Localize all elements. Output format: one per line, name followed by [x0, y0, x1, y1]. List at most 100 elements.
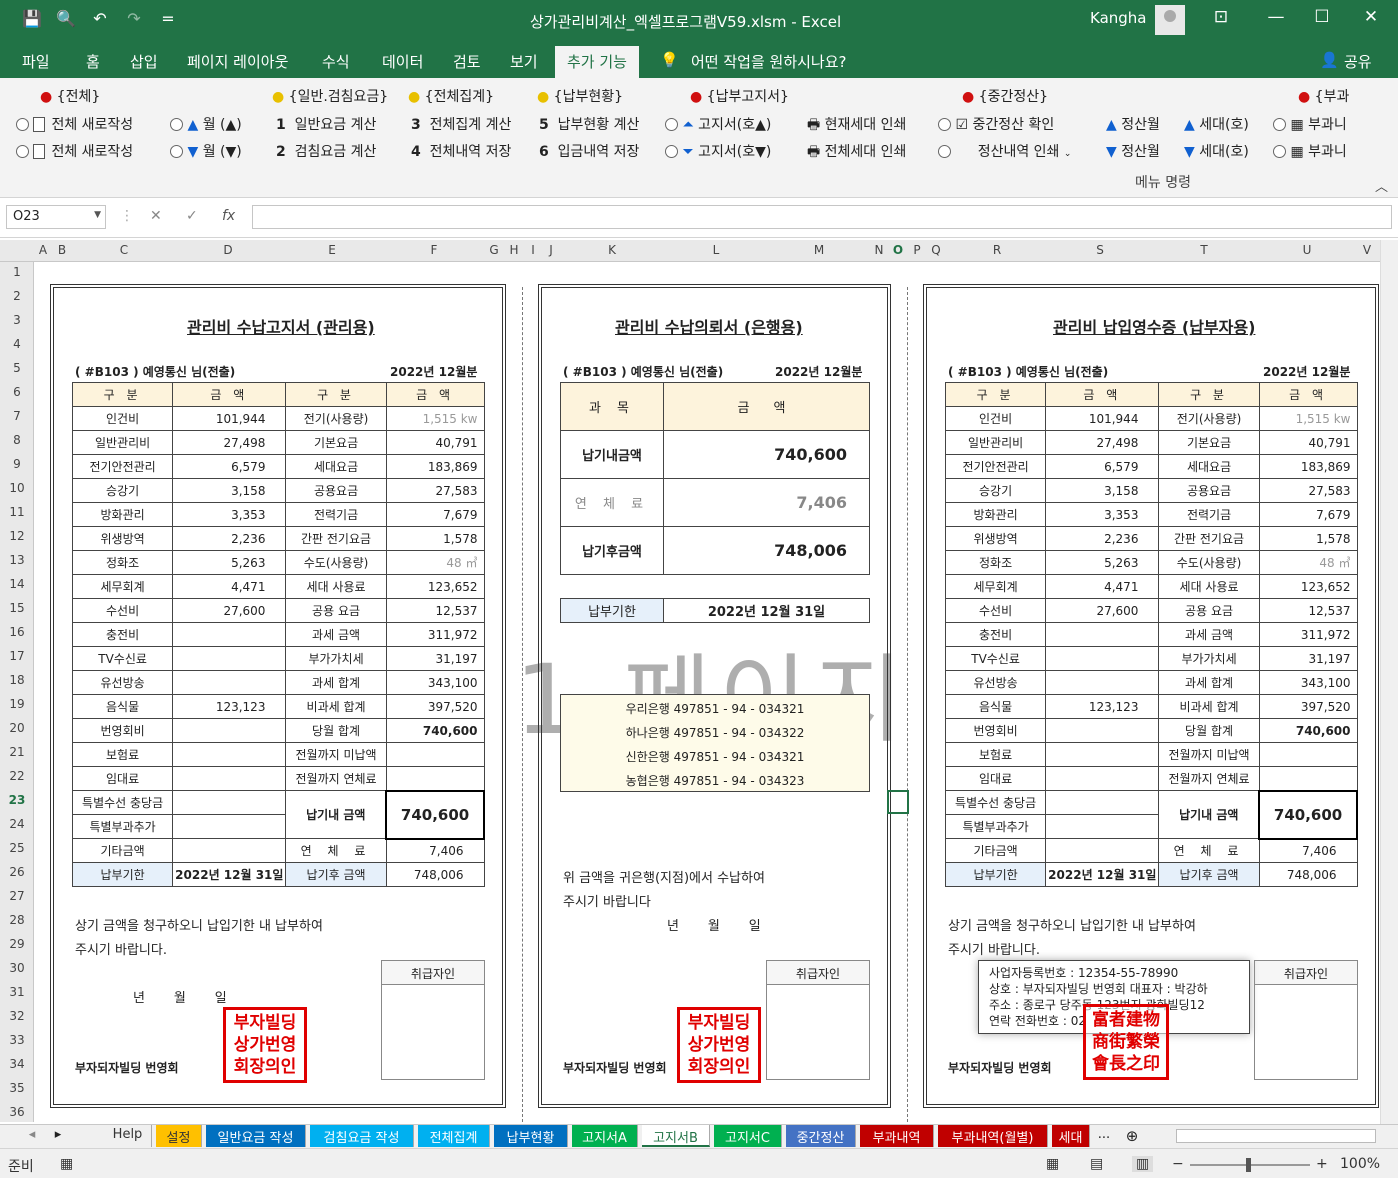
settle-month-down-button[interactable]: ▼ 정산월 — [1106, 141, 1160, 161]
selected-cell[interactable] — [887, 790, 909, 814]
column-header[interactable]: E — [280, 243, 384, 257]
column-header[interactable]: L — [664, 243, 768, 257]
row-header[interactable]: 6 — [0, 385, 34, 399]
print-preview-icon[interactable]: 🔍 — [56, 9, 76, 28]
zoom-slider-thumb[interactable] — [1246, 1158, 1251, 1172]
radio-icon[interactable] — [170, 118, 183, 131]
collapse-ribbon-icon[interactable]: ︿ — [1375, 176, 1388, 195]
macro-record-icon[interactable]: ▦ — [60, 1156, 73, 1172]
new-all-button-2[interactable]: 전체 새로작성 — [16, 141, 133, 161]
payment-calc-button[interactable]: 5 납부현황 계산 — [539, 114, 639, 134]
sheet-tab[interactable]: 부과내역 — [860, 1125, 934, 1147]
tab-view[interactable]: 보기 — [510, 51, 538, 72]
row-header[interactable]: 27 — [0, 889, 34, 903]
row-header[interactable]: 31 — [0, 985, 34, 999]
vertical-scrollbar[interactable] — [1380, 240, 1398, 1124]
row-header[interactable]: 24 — [0, 817, 34, 831]
row-header[interactable]: 4 — [0, 337, 34, 351]
row-header[interactable]: 18 — [0, 673, 34, 687]
tab-home[interactable]: 홈 — [86, 51, 100, 72]
tab-file[interactable]: 파일 — [22, 51, 50, 72]
normal-view-icon[interactable]: ▦ — [1046, 1156, 1059, 1172]
cancel-icon[interactable]: ✕ — [150, 208, 162, 224]
column-header[interactable]: B — [52, 243, 72, 257]
user-name[interactable]: Kangha — [1090, 9, 1147, 27]
row-header[interactable]: 21 — [0, 745, 34, 759]
row-header[interactable]: 3 — [0, 313, 34, 327]
row-header[interactable]: 23 — [0, 793, 34, 807]
sheet-tab[interactable]: 검침요금 작성 — [310, 1125, 414, 1147]
deposit-save-button[interactable]: 6 입금내역 저장 — [539, 141, 639, 161]
row-header[interactable]: 5 — [0, 361, 34, 375]
column-header[interactable]: J — [542, 243, 560, 257]
row-header[interactable]: 9 — [0, 457, 34, 471]
worksheet[interactable]: 1 페이지 관리비 수납고지서 (관리용) ( #B103 ) 예영통신 님(전… — [35, 262, 1380, 1122]
save-icon[interactable]: 💾 — [22, 9, 42, 28]
prev-sheet-icon[interactable]: ◂ — [22, 1125, 42, 1147]
zoom-level[interactable]: 100% — [1340, 1156, 1380, 1172]
column-header[interactable]: A — [36, 243, 50, 257]
print-current-button[interactable]: 🖶 현재세대 인쇄 — [807, 114, 906, 138]
close-icon[interactable]: ✕ — [1356, 7, 1386, 27]
undo-icon[interactable]: ↶ — [90, 9, 110, 28]
row-header[interactable]: 14 — [0, 577, 34, 591]
function-icon[interactable]: fx — [222, 208, 235, 224]
row-header[interactable]: 25 — [0, 841, 34, 855]
add-sheet-icon[interactable]: ⊕ — [1120, 1125, 1144, 1147]
column-header[interactable]: I — [524, 243, 542, 257]
row-header[interactable]: 8 — [0, 433, 34, 447]
row-header[interactable]: 15 — [0, 601, 34, 615]
more-tabs[interactable]: ... — [1094, 1125, 1114, 1147]
radio-icon[interactable] — [16, 145, 29, 158]
print-all-button[interactable]: 🖶 전체세대 인쇄 — [807, 141, 906, 165]
month-up-button[interactable]: ▲ 월 (▲) — [170, 114, 242, 134]
share-button[interactable]: 공유 — [1344, 51, 1372, 72]
person-icon[interactable]: 👤 — [1320, 51, 1339, 69]
tab-formulas[interactable]: 수식 — [322, 51, 350, 72]
sheet-tab[interactable]: 중간정산 — [786, 1125, 856, 1147]
sheet-tab[interactable]: 고지서C — [714, 1125, 782, 1147]
sheet-tab[interactable]: 전체집계 — [418, 1125, 490, 1147]
new-all-button-1[interactable]: 전체 새로작성 — [16, 114, 133, 134]
ribbon-display-icon[interactable]: ⊡ — [1206, 7, 1236, 27]
radio-icon[interactable] — [1273, 145, 1286, 158]
formula-input[interactable] — [252, 205, 1392, 229]
row-header[interactable]: 34 — [0, 1057, 34, 1071]
detail-save-button[interactable]: 4 전체내역 저장 — [411, 141, 511, 161]
meter-calc-button[interactable]: 2 검침요금 계산 — [276, 141, 376, 161]
settle-month-up-button[interactable]: ▲ 정산월 — [1106, 114, 1160, 134]
row-header[interactable]: 7 — [0, 409, 34, 423]
row-header[interactable]: 22 — [0, 769, 34, 783]
tab-addins[interactable]: 추가 기능 — [555, 46, 639, 78]
notice-up-button[interactable]: ⏶ 고지서(호▲) — [665, 114, 771, 134]
tab-page-layout[interactable]: 페이지 레이아웃 — [187, 51, 288, 72]
radio-icon[interactable] — [1273, 118, 1286, 131]
avatar[interactable] — [1155, 5, 1185, 35]
column-header[interactable]: F — [384, 243, 484, 257]
sheet-tab[interactable]: 납부현황 — [494, 1125, 568, 1147]
radio-icon[interactable] — [665, 145, 678, 158]
month-down-button[interactable]: ▼ 월 (▼) — [170, 141, 242, 161]
sheet-tab[interactable]: 고지서A — [572, 1125, 638, 1147]
page-break-view-icon[interactable]: ▥ — [1132, 1156, 1154, 1172]
column-header[interactable]: G — [484, 243, 504, 257]
row-header[interactable]: 2 — [0, 289, 34, 303]
column-header[interactable]: C — [72, 243, 176, 257]
enter-icon[interactable]: ✓ — [186, 208, 198, 224]
radio-icon[interactable] — [938, 145, 951, 158]
row-header[interactable]: 35 — [0, 1081, 34, 1095]
column-header[interactable]: R — [946, 243, 1048, 257]
general-calc-button[interactable]: 1 일반요금 계산 — [276, 114, 376, 134]
row-header[interactable]: 36 — [0, 1105, 34, 1119]
row-header[interactable]: 19 — [0, 697, 34, 711]
radio-icon[interactable] — [938, 118, 951, 131]
name-box[interactable]: O23 ▼ — [6, 205, 106, 229]
tell-me-search[interactable]: 어떤 작업을 원하시나요? — [691, 51, 847, 72]
notice-down-button[interactable]: ⏷ 고지서(호▼) — [665, 141, 771, 161]
column-header[interactable]: T — [1152, 243, 1256, 257]
row-header[interactable]: 17 — [0, 649, 34, 663]
sheet-tab[interactable]: 세대 — [1052, 1125, 1090, 1147]
maximize-icon[interactable]: ☐ — [1307, 7, 1337, 27]
column-header[interactable]: N — [870, 243, 888, 257]
house-up-button[interactable]: ▲ 세대(호) — [1184, 114, 1249, 134]
